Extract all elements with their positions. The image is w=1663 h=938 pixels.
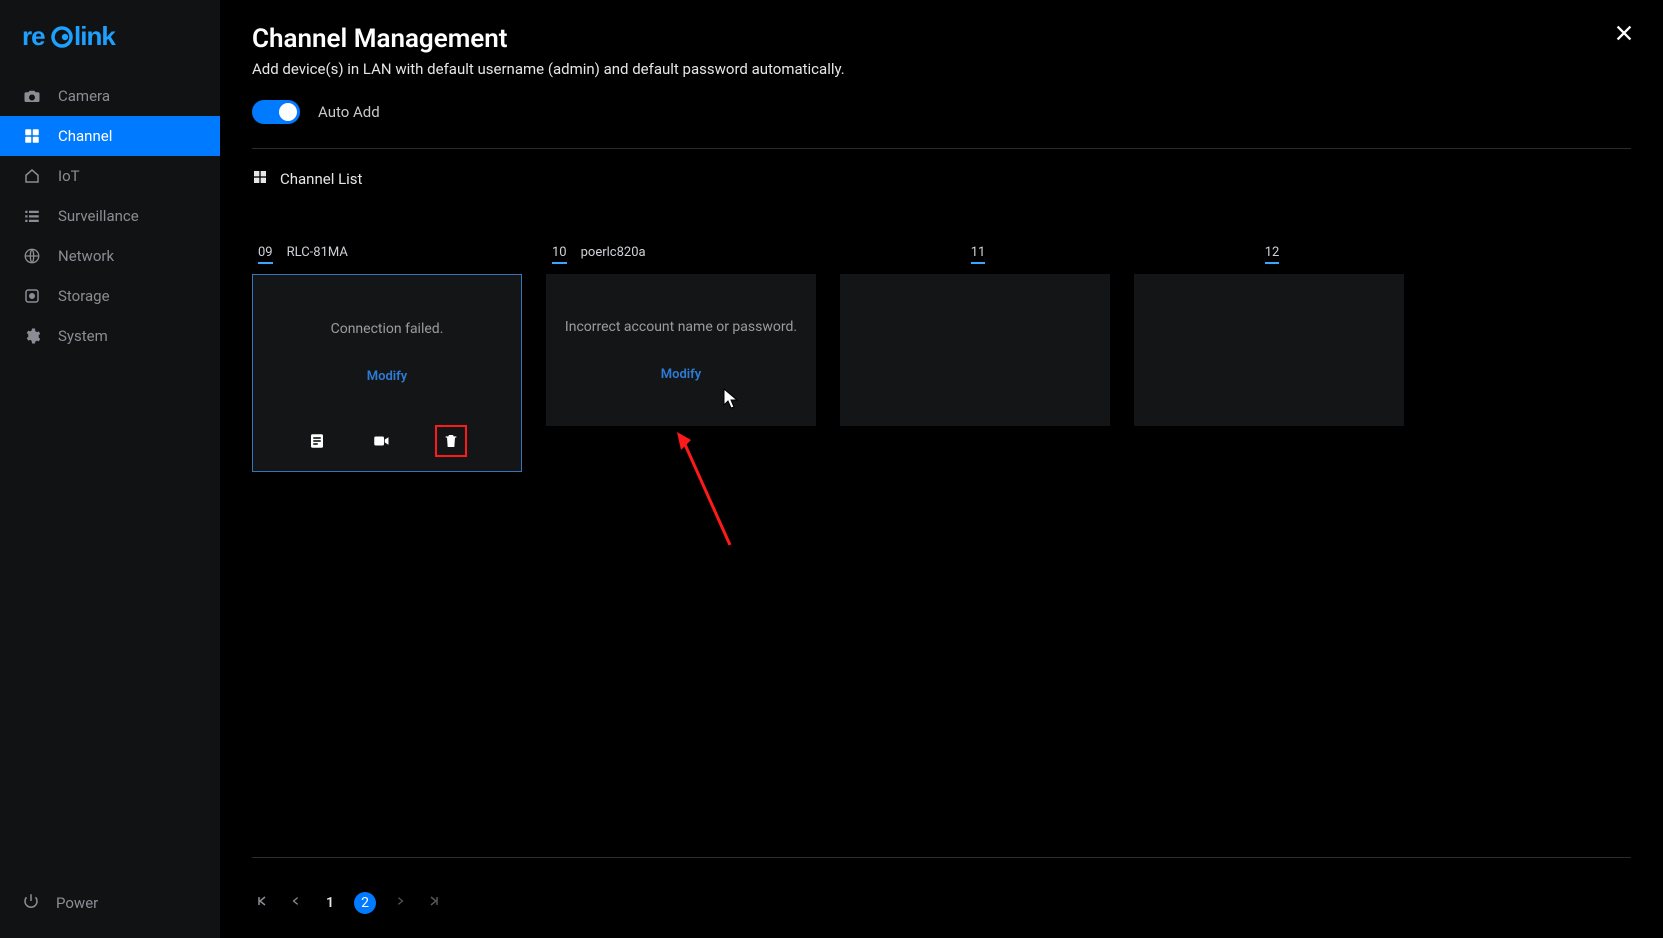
auto-add-row: Auto Add <box>252 100 1631 124</box>
delete-icon[interactable] <box>435 425 467 457</box>
pager-next[interactable] <box>390 895 410 911</box>
sidebar-item-label: Network <box>58 247 114 265</box>
brand-logo: re link <box>0 12 220 76</box>
svg-text:link: link <box>74 22 116 51</box>
channel-card-empty[interactable] <box>840 274 1110 426</box>
pager-prev[interactable] <box>286 895 306 911</box>
sidebar-item-surveillance[interactable]: Surveillance <box>0 196 220 236</box>
iot-icon <box>22 166 42 186</box>
storage-icon <box>22 286 42 306</box>
camera-icon <box>22 86 42 106</box>
channel-name: poerlc820a <box>581 245 646 260</box>
sidebar-item-label: Surveillance <box>58 207 139 225</box>
list-icon <box>22 206 42 226</box>
page-title: Channel Management <box>252 24 1631 54</box>
channel-col: 11 <box>840 245 1110 472</box>
section-title: Channel List <box>280 170 362 188</box>
svg-text:re: re <box>22 22 45 51</box>
auto-add-toggle[interactable] <box>252 100 300 124</box>
modify-link[interactable]: Modify <box>661 367 702 382</box>
sidebar-item-iot[interactable]: IoT <box>0 156 220 196</box>
grid-icon <box>22 126 42 146</box>
sidebar-item-system[interactable]: System <box>0 316 220 356</box>
camera-action-icon[interactable] <box>371 431 391 451</box>
sidebar-item-label: System <box>58 327 108 345</box>
sidebar-item-label: Power <box>56 894 98 912</box>
sidebar-item-power[interactable]: Power <box>0 878 220 938</box>
channel-card[interactable]: Incorrect account name or password. Modi… <box>546 274 816 426</box>
globe-icon <box>22 246 42 266</box>
pager-page[interactable]: 1 <box>320 895 340 911</box>
page-subtitle: Add device(s) in LAN with default userna… <box>252 60 1631 78</box>
channel-col: 09 RLC-81MA Connection failed. Modify <box>252 245 522 472</box>
sidebar-item-channel[interactable]: Channel <box>0 116 220 156</box>
sidebar-item-storage[interactable]: Storage <box>0 276 220 316</box>
card-actions <box>253 431 521 457</box>
channel-col: 12 <box>1134 245 1404 472</box>
pager-last[interactable] <box>424 895 444 911</box>
pager-first[interactable] <box>252 895 272 911</box>
sidebar-item-label: Camera <box>58 87 110 105</box>
section-header: Channel List <box>252 169 1631 189</box>
channel-number: 09 <box>258 245 273 264</box>
nav-list: Camera Channel IoT Surveillance Network <box>0 76 220 878</box>
channel-head: 11 <box>840 245 1110 264</box>
sidebar: re link Camera Channel IoT <box>0 0 220 938</box>
channel-head: 09 RLC-81MA <box>252 245 522 264</box>
channel-head: 12 <box>1134 245 1404 264</box>
footer: 1 2 <box>252 857 1631 914</box>
channel-status: Incorrect account name or password. <box>565 319 797 335</box>
channel-card-empty[interactable] <box>1134 274 1404 426</box>
pager: 1 2 <box>252 892 1631 914</box>
close-icon <box>1613 29 1635 48</box>
pager-page-active[interactable]: 2 <box>354 892 376 914</box>
auto-add-label: Auto Add <box>318 103 380 121</box>
divider <box>252 857 1631 858</box>
channel-number: 10 <box>552 245 567 264</box>
close-button[interactable] <box>1613 22 1635 48</box>
sidebar-item-network[interactable]: Network <box>0 236 220 276</box>
channel-card[interactable]: Connection failed. Modify <box>252 274 522 472</box>
sidebar-item-label: Channel <box>58 127 112 145</box>
main-content: Channel Management Add device(s) in LAN … <box>220 0 1663 938</box>
sidebar-item-label: Storage <box>58 287 110 305</box>
channel-status: Connection failed. <box>331 321 444 337</box>
channel-number: 12 <box>1265 245 1280 264</box>
gear-icon <box>22 326 42 346</box>
info-icon[interactable] <box>307 431 327 451</box>
grid-small-icon <box>252 169 268 189</box>
channel-name: RLC-81MA <box>287 245 348 260</box>
channel-grid: 09 RLC-81MA Connection failed. Modify <box>252 245 1631 472</box>
channel-number: 11 <box>971 245 986 264</box>
divider <box>252 148 1631 149</box>
channel-col: 10 poerlc820a Incorrect account name or … <box>546 245 816 472</box>
channel-head: 10 poerlc820a <box>546 245 816 264</box>
power-icon <box>22 892 40 914</box>
sidebar-item-label: IoT <box>58 167 80 185</box>
sidebar-item-camera[interactable]: Camera <box>0 76 220 116</box>
modify-link[interactable]: Modify <box>367 369 408 384</box>
